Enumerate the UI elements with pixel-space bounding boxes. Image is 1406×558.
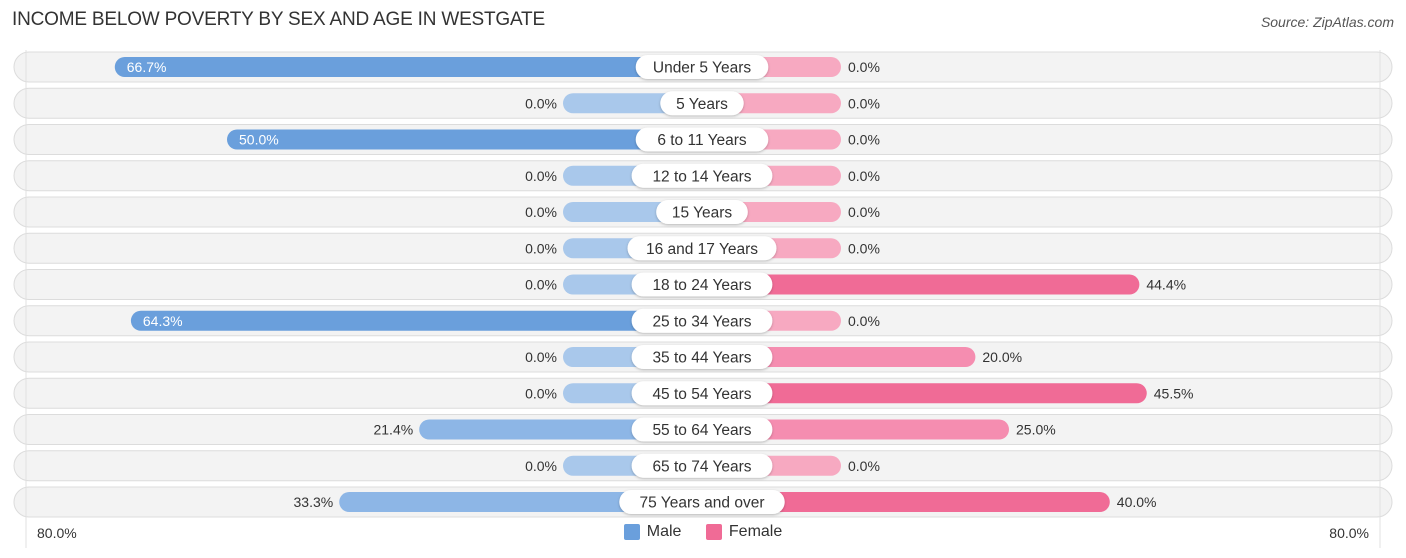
female-value-label: 44.4% [1146,277,1186,293]
female-value-label: 0.0% [848,240,880,256]
category-label: 15 Years [672,205,733,222]
male-value-label: 66.7% [127,59,167,75]
chart-plot: 66.7% 0.0% Under 5 Years 0.0% 0.0% 5 Years 50.… [13,50,1393,548]
male-bar [130,310,703,331]
male-value-label: 0.0% [525,349,557,365]
female-value-label: 0.0% [848,132,880,148]
male-value-label: 50.0% [239,132,279,148]
male-value-label: 0.0% [525,95,557,111]
male-value-label: 0.0% [525,240,557,256]
female-value-label: 0.0% [848,168,880,184]
female-value-label: 40.0% [1117,494,1157,510]
category-label: 6 to 11 Years [657,132,747,149]
legend-label-female: Female [728,523,783,540]
female-value-label: 25.0% [1016,422,1056,438]
category-label: 25 to 34 Years [652,313,751,330]
male-value-label: 0.0% [525,385,557,401]
legend: Male Female [0,523,1406,545]
category-label: 45 to 54 Years [652,386,751,403]
chart-container: INCOME BELOW POVERTY BY SEX AND AGE IN W… [0,0,1406,558]
legend-label-male: Male [646,523,682,540]
male-bar [227,129,702,150]
legend-item-female[interactable]: Female [705,523,783,541]
category-label: 18 to 24 Years [652,277,751,294]
category-label: Under 5 Years [653,60,751,77]
category-label: 65 to 74 Years [652,458,751,475]
male-value-label: 0.0% [525,277,557,293]
male-value-label: 21.4% [373,422,413,438]
category-label: 55 to 64 Years [652,422,751,439]
male-value-label: 33.3% [294,494,334,510]
female-value-label: 20.0% [982,349,1022,365]
male-value-label: 0.0% [525,168,557,184]
category-label: 5 Years [676,96,728,113]
female-value-label: 0.0% [848,313,880,329]
category-label: 75 Years and over [640,495,765,512]
category-label: 35 to 44 Years [652,350,751,367]
legend-item-male[interactable]: Male [623,523,682,541]
female-value-label: 0.0% [848,204,880,220]
female-value-label: 0.0% [848,458,880,474]
female-value-label: 0.0% [848,95,880,111]
male-bar [114,57,702,77]
category-label: 12 to 14 Years [652,168,751,185]
male-value-label: 0.0% [525,204,557,220]
legend-swatch-female [705,524,722,540]
female-value-label: 45.5% [1154,385,1194,401]
male-value-label: 64.3% [143,313,183,329]
male-value-label: 0.0% [525,458,557,474]
female-value-label: 0.0% [848,59,880,75]
legend-swatch-male [623,524,640,540]
category-label: 16 and 17 Years [646,241,758,258]
